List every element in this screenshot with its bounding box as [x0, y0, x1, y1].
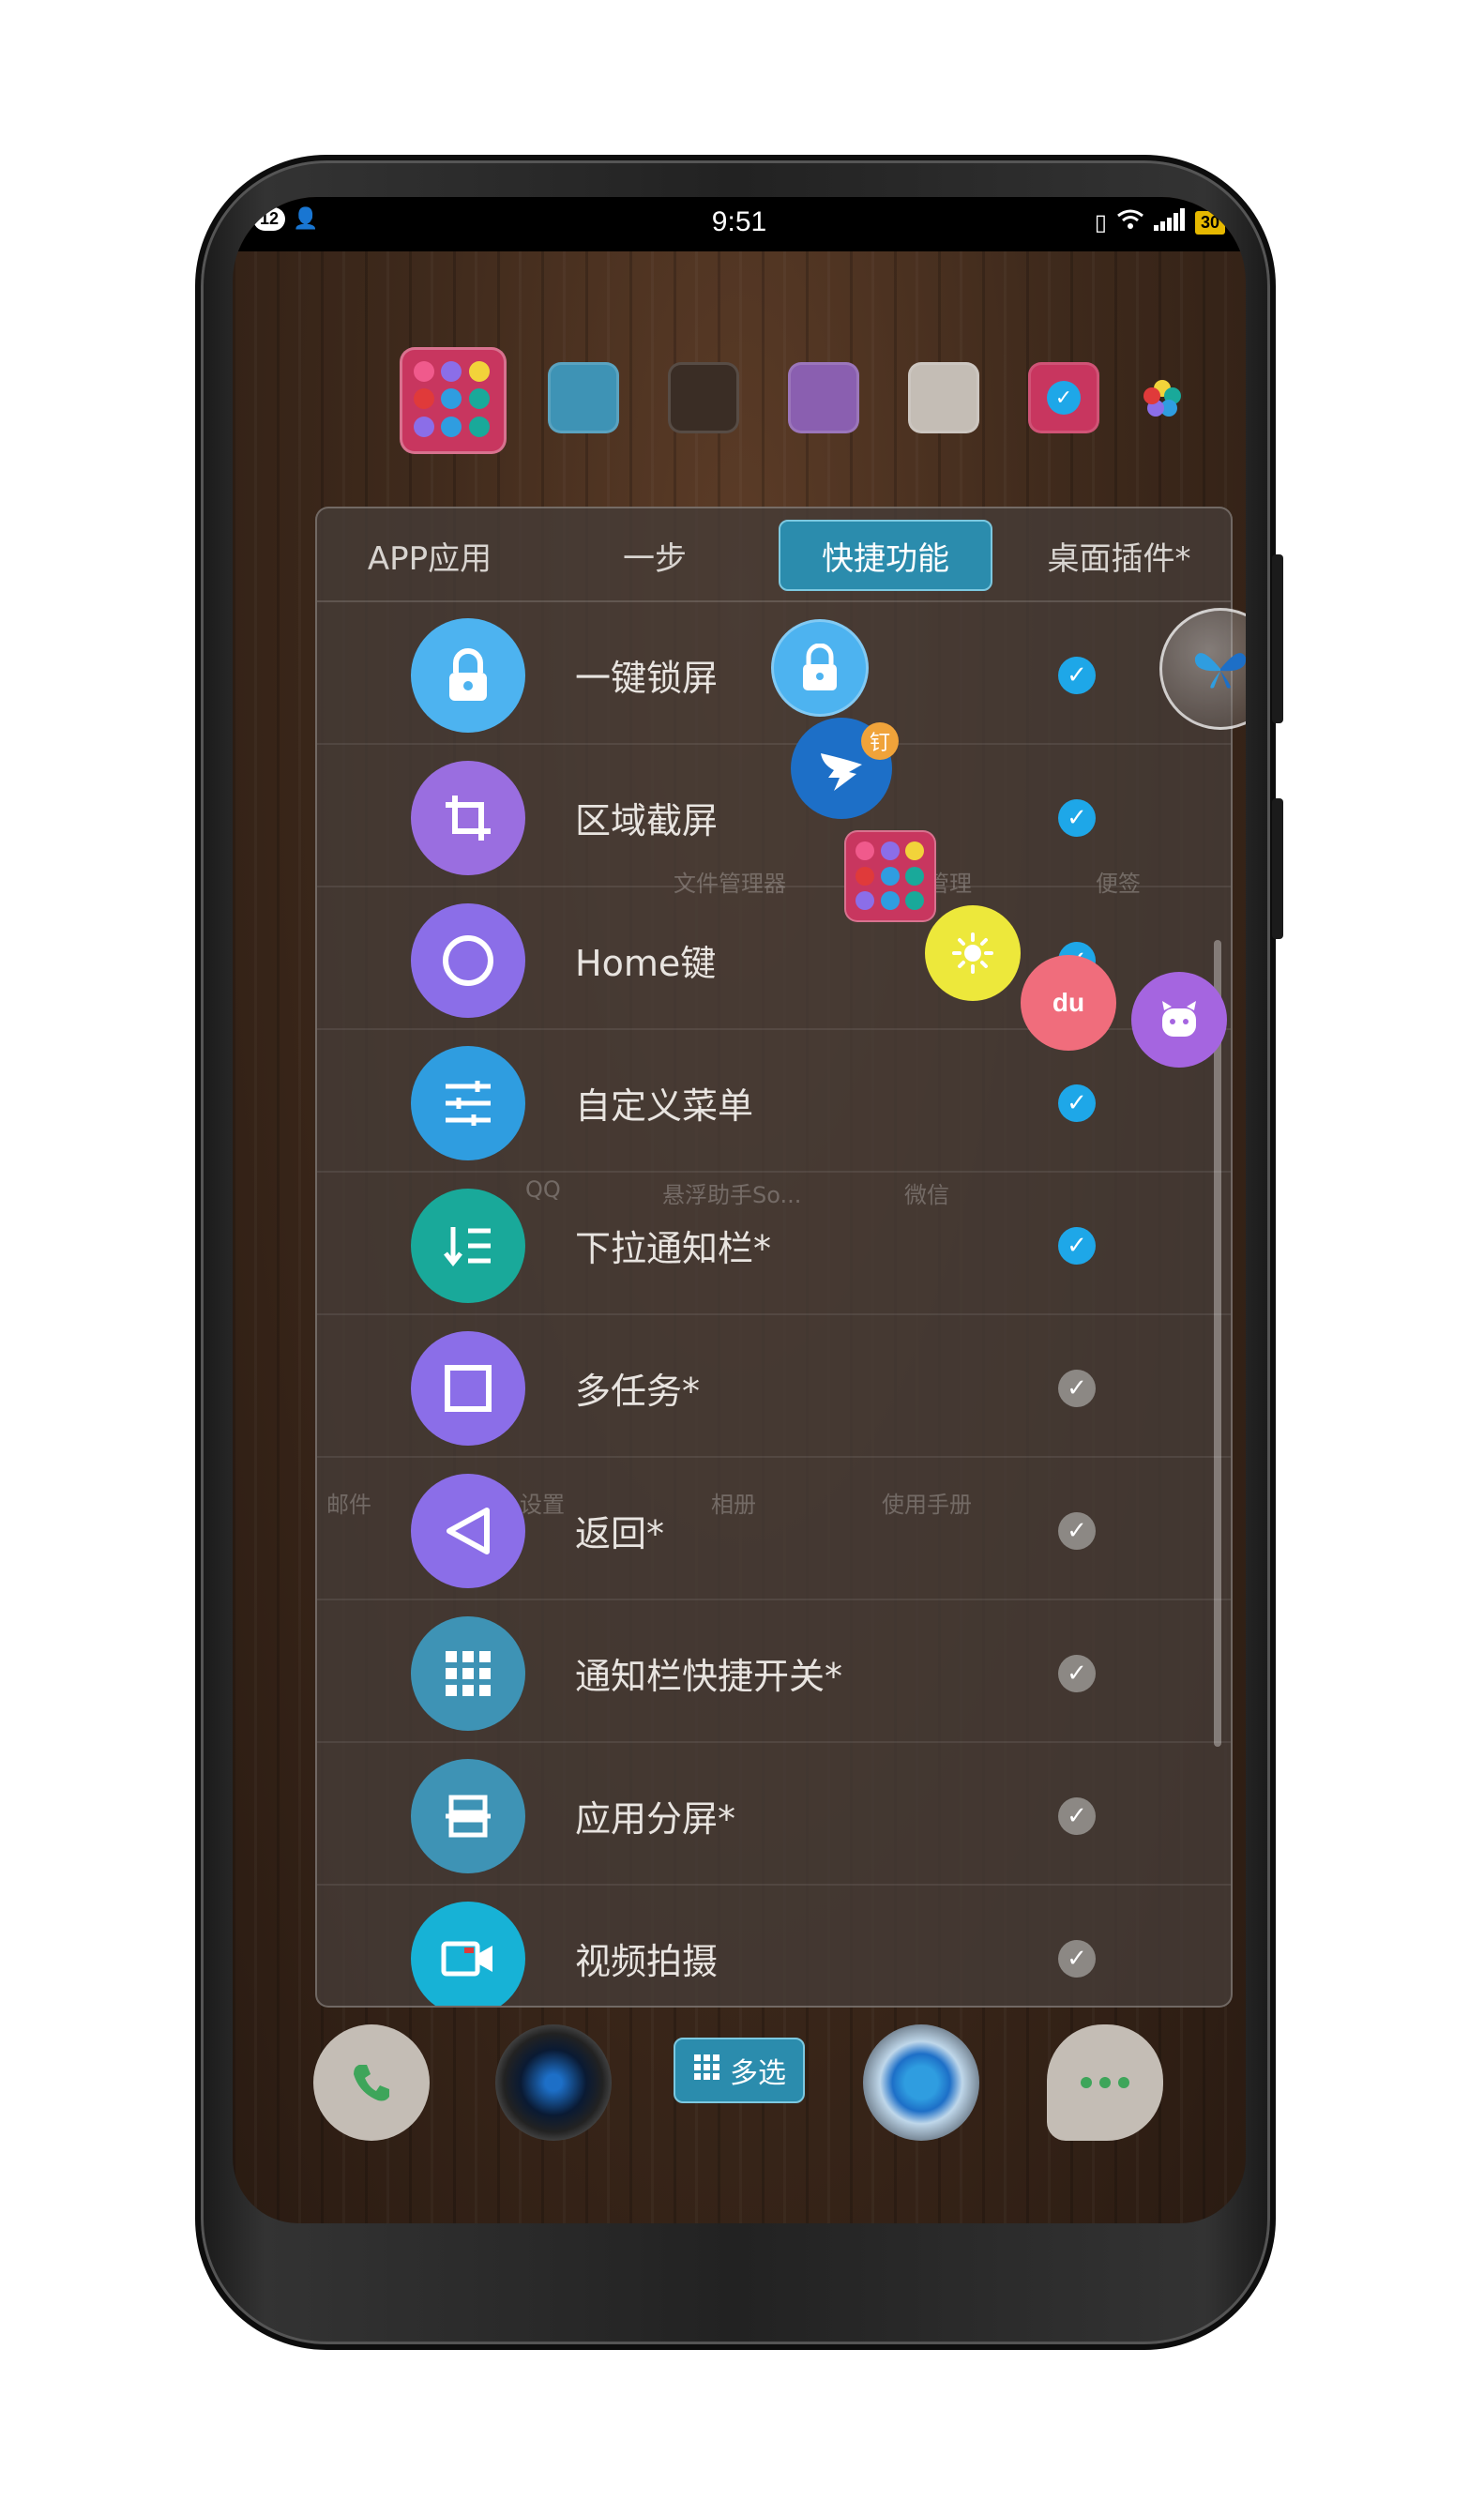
- ghost-label-notes: 便签: [1096, 871, 1141, 897]
- ghost-label-file-manager: 文件管理器: [674, 871, 786, 897]
- list-item[interactable]: 多任务* ✓: [317, 1317, 1231, 1458]
- check-icon[interactable]: ✓: [1058, 1797, 1096, 1835]
- list-item[interactable]: 视频拍摄 ✓: [317, 1887, 1231, 2006]
- floating-folder-tile[interactable]: [844, 830, 936, 922]
- phone-app-icon[interactable]: [313, 2024, 430, 2141]
- check-icon[interactable]: ✓: [1058, 1940, 1096, 1978]
- ghost-label-manual: 使用手册: [882, 1492, 972, 1518]
- list-item-label: 一键锁屏: [575, 658, 719, 699]
- baidu-text: du: [1052, 988, 1085, 1017]
- list-item-label: 通知栏快捷开关*: [575, 1656, 843, 1697]
- list-icon: [411, 1189, 525, 1303]
- list-item-label: 区域截屏: [575, 800, 719, 841]
- tab-quick-function[interactable]: 快捷功能: [779, 520, 992, 591]
- multi-select-button[interactable]: 多选: [674, 2038, 805, 2103]
- screen: 12 👤 9:51 ▯ 30 ✓ APP应用 一步 快捷功能 桌面插件* 一键锁…: [233, 197, 1246, 2223]
- check-icon: ✓: [1047, 381, 1081, 415]
- tab-one-step[interactable]: 一步: [552, 520, 758, 591]
- check-icon[interactable]: ✓: [1058, 1512, 1096, 1550]
- tab-app[interactable]: APP应用: [326, 520, 533, 591]
- list-item-label: 多任务*: [575, 1371, 701, 1412]
- list-item-label: 下拉通知栏*: [575, 1228, 772, 1269]
- color-swatch-grey[interactable]: [908, 362, 979, 433]
- list-item[interactable]: 返回* ✓: [317, 1460, 1231, 1600]
- list-item-label: Home键: [575, 943, 717, 984]
- color-swatch-purple[interactable]: [788, 362, 859, 433]
- vibrate-icon: ▯: [1094, 210, 1107, 235]
- list-item-label: 应用分屏*: [575, 1798, 736, 1840]
- app-folder-tile[interactable]: [400, 347, 507, 454]
- list-item[interactable]: 自定义菜单 ✓: [317, 1032, 1231, 1173]
- grid-icon: [411, 1616, 525, 1731]
- list-item-label: 视频拍摄: [575, 1941, 719, 1982]
- ghost-label-mail: 邮件: [326, 1492, 371, 1518]
- tab-desktop-widget[interactable]: 桌面插件*: [1011, 520, 1227, 591]
- floating-brightness-icon[interactable]: [925, 905, 1021, 1001]
- floating-baidu-icon[interactable]: du: [1021, 955, 1116, 1051]
- check-icon[interactable]: ✓: [1058, 1370, 1096, 1407]
- wifi-icon: [1116, 208, 1144, 237]
- video-icon: [411, 1902, 525, 2006]
- camera-app-icon[interactable]: [495, 2024, 612, 2141]
- status-bar: 12 👤 9:51 ▯ 30: [233, 197, 1246, 251]
- ghost-label-wechat: 微信: [904, 1182, 949, 1208]
- volume-button: [1272, 554, 1283, 723]
- ghost-label-qq: QQ: [525, 1176, 561, 1203]
- browser-app-icon[interactable]: [863, 2024, 979, 2141]
- check-icon[interactable]: ✓: [1058, 799, 1096, 837]
- list-item[interactable]: 应用分屏* ✓: [317, 1745, 1231, 1886]
- ghost-label-settings: 设置: [520, 1492, 565, 1518]
- signal-icon: [1153, 208, 1186, 237]
- multi-select-label: 多选: [730, 2057, 786, 2090]
- back-triangle-icon: [411, 1474, 525, 1588]
- tab-bar: APP应用 一步 快捷功能 桌面插件*: [317, 508, 1231, 602]
- color-swatch-dark[interactable]: [668, 362, 739, 433]
- color-swatch-blue[interactable]: [548, 362, 619, 433]
- grid-icon: [692, 2053, 720, 2088]
- check-icon[interactable]: ✓: [1058, 657, 1096, 694]
- check-icon[interactable]: ✓: [1058, 1084, 1096, 1122]
- battery-indicator: 30: [1194, 211, 1225, 235]
- quick-function-panel: APP应用 一步 快捷功能 桌面插件* 一键锁屏✓区域截屏✓Home键✓自定义菜…: [315, 507, 1233, 2008]
- floating-lock-icon[interactable]: [771, 619, 869, 717]
- scrollbar[interactable]: [1214, 940, 1221, 1747]
- messages-app-icon[interactable]: [1047, 2024, 1163, 2141]
- split-icon: [411, 1759, 525, 1873]
- circle-icon: [411, 903, 525, 1018]
- crop-icon: [411, 761, 525, 875]
- lock-icon: [411, 618, 525, 733]
- list-item-label: 返回*: [575, 1513, 665, 1554]
- dingtalk-badge: 钉: [861, 722, 899, 760]
- multicolor-palette-icon[interactable]: [1139, 375, 1186, 422]
- list-item[interactable]: 通知栏快捷开关* ✓: [317, 1602, 1231, 1743]
- color-swatch-pink[interactable]: ✓: [1028, 362, 1099, 433]
- check-icon[interactable]: ✓: [1058, 1227, 1096, 1265]
- square-icon: [411, 1331, 525, 1446]
- ghost-label-assistant: 悬浮助手So...: [662, 1182, 802, 1208]
- power-button: [1272, 798, 1283, 939]
- sliders-icon: [411, 1046, 525, 1160]
- floating-robot-icon[interactable]: [1131, 972, 1227, 1068]
- list-item-label: 自定义菜单: [575, 1085, 754, 1127]
- check-icon[interactable]: ✓: [1058, 1655, 1096, 1692]
- ghost-label-album: 相册: [711, 1492, 756, 1518]
